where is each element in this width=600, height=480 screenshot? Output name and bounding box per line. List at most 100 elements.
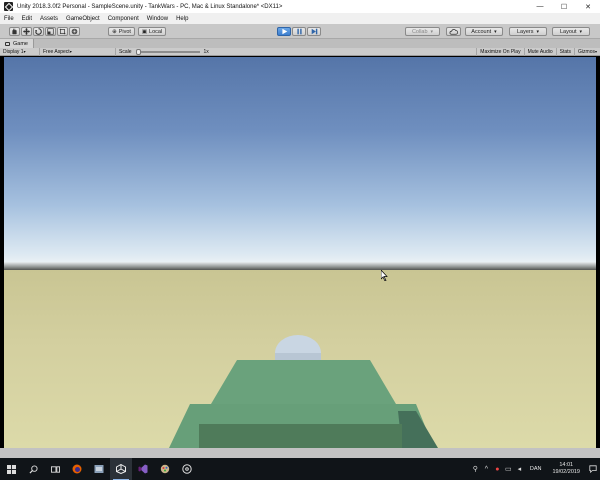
menu-file[interactable]: File [4, 16, 14, 22]
clock-time: 14:01 [559, 462, 574, 468]
pivot-toggle[interactable]: ⊕ Pivot [108, 27, 135, 36]
windows-logo-icon [6, 464, 16, 474]
antivirus-icon[interactable]: ● [492, 466, 503, 473]
game-controller-icon [5, 41, 10, 46]
rect-tool-icon [59, 28, 66, 35]
scale-value: 1x [203, 48, 209, 55]
stats-toggle[interactable]: Stats [555, 47, 574, 56]
windows-taskbar: ⚲ ^ ● ▭ ◂ DAN 14:01 19/02/2019 [0, 458, 600, 480]
mute-audio-toggle[interactable]: Mute Audio [523, 47, 556, 56]
menu-help[interactable]: Help [176, 16, 188, 22]
maximize-button[interactable]: ☐ [552, 0, 576, 13]
account-label: Account [471, 28, 492, 35]
pause-button[interactable] [292, 27, 306, 36]
game-tab-label: Game [13, 40, 28, 47]
scale-tool-button[interactable] [45, 27, 56, 36]
unity-logo-icon [4, 2, 13, 11]
rotate-icon [35, 28, 42, 35]
clock-date: 19/02/2019 [552, 469, 580, 475]
hand-tool-button[interactable] [9, 27, 20, 36]
menu-edit[interactable]: Edit [22, 16, 32, 22]
taskbar-firefox[interactable] [66, 458, 88, 480]
collab-label: Collab [411, 28, 428, 35]
paint-palette-icon [160, 464, 170, 474]
mouse-cursor-icon [381, 270, 388, 281]
move-tool-button[interactable] [21, 27, 32, 36]
account-dropdown[interactable]: Account [465, 27, 503, 36]
task-view-button[interactable] [44, 458, 66, 480]
visual-studio-icon [138, 464, 148, 474]
aspect-dropdown[interactable]: Free Aspect [40, 47, 116, 56]
taskbar-file-explorer[interactable] [88, 458, 110, 480]
disc-icon [182, 464, 192, 474]
menu-window[interactable]: Window [147, 16, 168, 22]
folder-icon [94, 465, 104, 473]
menu-component[interactable]: Component [108, 16, 139, 22]
layout-label: Layout [559, 28, 577, 35]
layers-dropdown[interactable]: Layers [509, 27, 547, 36]
transform-icon [71, 28, 78, 35]
window-title-bar: Unity 2018.3.0f2 Personal - SampleScene.… [0, 0, 600, 13]
menu-gameobject[interactable]: GameObject [66, 16, 100, 22]
taskbar-unity[interactable] [110, 458, 132, 480]
local-toggle[interactable]: ▣ Local [138, 27, 166, 36]
tank-hull-top [211, 360, 396, 404]
step-button[interactable] [307, 27, 321, 36]
task-view-icon [50, 465, 60, 473]
taskbar-app-8[interactable] [176, 458, 198, 480]
rect-tool-button[interactable] [57, 27, 68, 36]
search-icon [28, 464, 38, 474]
display-label: Display 1 [3, 48, 24, 55]
menu-assets[interactable]: Assets [40, 16, 58, 22]
scale-control: Scale 1x [116, 48, 212, 56]
action-center-button[interactable] [586, 458, 600, 480]
notification-icon [589, 465, 597, 473]
transform-tool-button[interactable] [69, 27, 80, 36]
local-icon: ▣ [141, 28, 148, 35]
tank-tread-right [398, 411, 438, 448]
system-tray: ⚲ ^ ● ▭ ◂ DAN 14:01 19/02/2019 [470, 458, 600, 480]
step-icon [311, 28, 317, 35]
scale-slider-thumb[interactable] [135, 48, 141, 55]
taskbar-clock[interactable]: 14:01 19/02/2019 [552, 462, 580, 476]
search-button[interactable] [22, 458, 44, 480]
menu-bar: File Edit Assets GameObject Component Wi… [0, 13, 600, 24]
pause-icon [296, 28, 302, 35]
taskbar-visual-studio[interactable] [132, 458, 154, 480]
firefox-icon [72, 464, 82, 474]
gizmos-dropdown[interactable]: Gizmos [574, 47, 600, 56]
status-bar [0, 448, 600, 458]
rotate-tool-button[interactable] [33, 27, 44, 36]
collab-dropdown[interactable]: Collab [405, 27, 440, 36]
gizmos-label: Gizmos [578, 48, 595, 55]
network-icon[interactable]: ▭ [503, 465, 514, 473]
people-icon[interactable]: ⚲ [470, 465, 481, 473]
pivot-label: Pivot [118, 28, 131, 35]
local-label: Local [149, 28, 163, 35]
player-tank [169, 335, 438, 448]
layers-label: Layers [516, 28, 534, 35]
scale-slider[interactable] [135, 48, 200, 55]
show-hidden-icons-chevron[interactable]: ^ [481, 466, 492, 473]
move-icon [23, 28, 30, 35]
input-language[interactable]: DAN [530, 466, 542, 472]
main-toolbar: ⊕Pivot ▣Local Collab Account Layers Layo… [0, 24, 600, 39]
hand-icon [12, 28, 17, 35]
layout-dropdown[interactable]: Layout [552, 27, 590, 36]
cloud-button[interactable] [446, 27, 461, 36]
game-view-controls: Display 1 Free Aspect Scale 1x Maximize … [0, 47, 600, 56]
maximize-on-play-toggle[interactable]: Maximize On Play [476, 47, 523, 56]
aspect-label: Free Aspect [43, 48, 70, 55]
close-button[interactable]: ✕ [576, 0, 600, 13]
taskbar-app-7[interactable] [154, 458, 176, 480]
volume-icon[interactable]: ◂ [514, 465, 525, 473]
game-viewport[interactable] [4, 57, 596, 448]
minimize-button[interactable]: — [528, 0, 552, 13]
pivot-icon: ⊕ [112, 28, 117, 35]
cloud-icon [449, 28, 458, 35]
start-button[interactable] [0, 458, 22, 480]
scale-icon [47, 28, 54, 35]
display-dropdown[interactable]: Display 1 [0, 47, 40, 56]
unity-icon [116, 464, 126, 474]
play-button[interactable] [277, 27, 291, 36]
